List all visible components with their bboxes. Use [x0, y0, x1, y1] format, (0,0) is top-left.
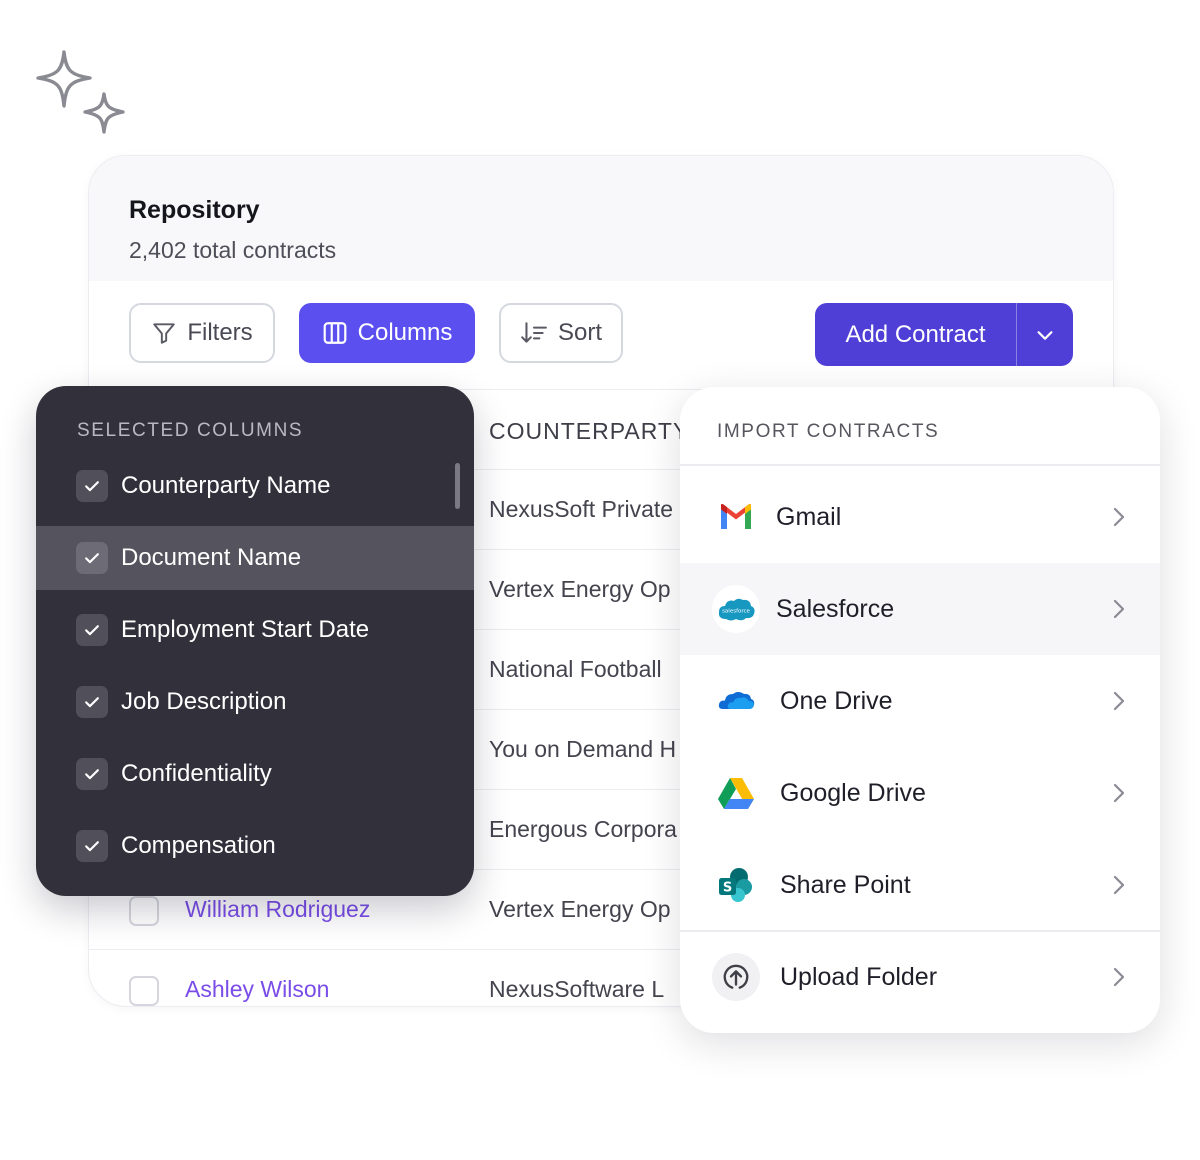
- import-option-label: Share Point: [780, 871, 911, 899]
- add-contract-split-button: Add Contract: [815, 303, 1073, 366]
- chevron-right-icon: [1113, 967, 1125, 987]
- import-divider: [680, 464, 1160, 466]
- import-option-label: Salesforce: [776, 595, 895, 623]
- sharepoint-icon: S: [719, 868, 752, 902]
- gmail-icon: [721, 503, 751, 529]
- import-sharepoint[interactable]: S Share Point: [680, 839, 1160, 931]
- chevron-right-icon: [1113, 875, 1125, 895]
- check-icon: [85, 553, 99, 564]
- import-contracts-panel: IMPORT CONTRACTS Gmail salesforce Salesf…: [680, 387, 1160, 1033]
- sort-label: Sort: [557, 319, 602, 346]
- columns-button[interactable]: Columns: [299, 303, 475, 363]
- sort-icon: [521, 322, 547, 343]
- check-icon: [85, 481, 99, 492]
- import-onedrive[interactable]: One Drive: [680, 655, 1160, 747]
- counterparty-cell: Energous Corpora: [489, 816, 677, 842]
- chevron-right-icon: [1113, 507, 1125, 527]
- counterparty-column-header[interactable]: COUNTERPARTY: [489, 418, 689, 445]
- check-icon: [85, 769, 99, 780]
- row-checkbox[interactable]: [129, 976, 159, 1006]
- import-salesforce[interactable]: salesforce Salesforce: [680, 563, 1160, 655]
- column-option-label: Employment Start Date: [121, 616, 370, 643]
- columns-icon: [323, 322, 347, 344]
- column-option-confidentiality[interactable]: Confidentiality: [36, 742, 474, 806]
- sort-button[interactable]: Sort: [499, 303, 623, 363]
- counterparty-cell: Vertex Energy Op: [489, 896, 671, 922]
- column-checkbox[interactable]: [76, 542, 108, 574]
- onedrive-icon: [718, 692, 755, 709]
- salesforce-icon-text: salesforce: [722, 609, 750, 615]
- sharepoint-icon-text: S: [723, 881, 732, 896]
- add-contract-dropdown-toggle[interactable]: [1016, 303, 1073, 366]
- counterparty-cell: You on Demand H: [489, 736, 677, 762]
- filters-label: Filters: [187, 319, 253, 346]
- column-option-label: Counterparty Name: [121, 472, 331, 499]
- check-icon: [85, 697, 99, 708]
- column-checkbox[interactable]: [76, 830, 108, 862]
- chevron-right-icon: [1113, 599, 1125, 619]
- contract-name-link[interactable]: William Rodriguez: [185, 896, 370, 923]
- column-checkbox[interactable]: [76, 686, 108, 718]
- repository-header: Repository 2,402 total contracts: [89, 156, 1113, 281]
- column-option-label: Compensation: [121, 832, 276, 859]
- filter-icon: [153, 323, 176, 344]
- chevron-down-icon: [1037, 330, 1053, 340]
- import-contracts-heading: IMPORT CONTRACTS: [717, 421, 940, 442]
- contract-name-link[interactable]: Ashley Wilson: [185, 976, 329, 1003]
- counterparty-cell: NexusSoftware L: [489, 976, 665, 1002]
- chevron-right-icon: [1113, 691, 1125, 711]
- column-checkbox[interactable]: [76, 470, 108, 502]
- page-title: Repository: [129, 196, 260, 224]
- columns-label: Columns: [357, 319, 453, 346]
- add-contract-button[interactable]: Add Contract: [815, 303, 1016, 366]
- upload-icon: [723, 964, 749, 989]
- column-option-label: Confidentiality: [121, 760, 272, 787]
- column-option-label: Document Name: [121, 544, 302, 571]
- selected-columns-heading: SELECTED COLUMNS: [77, 420, 304, 441]
- columns-scrollbar[interactable]: [455, 463, 460, 509]
- total-contracts: 2,402 total contracts: [129, 237, 337, 263]
- check-icon: [85, 841, 99, 852]
- salesforce-icon: salesforce: [718, 598, 755, 621]
- chevron-right-icon: [1113, 783, 1125, 803]
- column-option-document-name[interactable]: Document Name: [36, 526, 474, 590]
- column-option-compensation[interactable]: Compensation: [36, 814, 474, 878]
- column-checkbox[interactable]: [76, 758, 108, 790]
- import-option-label: One Drive: [780, 687, 893, 715]
- import-google-drive[interactable]: Google Drive: [680, 747, 1160, 839]
- import-upload-folder[interactable]: Upload Folder: [680, 931, 1160, 1023]
- google-drive-icon: [718, 778, 754, 809]
- import-gmail[interactable]: Gmail: [680, 471, 1160, 563]
- column-option-job-description[interactable]: Job Description: [36, 670, 474, 734]
- row-checkbox[interactable]: [129, 896, 159, 926]
- column-option-counterparty-name[interactable]: Counterparty Name: [36, 454, 474, 518]
- column-option-employment-start-date[interactable]: Employment Start Date: [36, 598, 474, 662]
- import-option-label: Upload Folder: [780, 963, 938, 991]
- column-checkbox[interactable]: [76, 614, 108, 646]
- salesforce-icon-wrap: salesforce: [712, 585, 760, 633]
- upload-icon-wrap: [712, 953, 760, 1001]
- import-option-label: Gmail: [776, 503, 842, 531]
- check-icon: [85, 625, 99, 636]
- counterparty-cell: Vertex Energy Op: [489, 576, 671, 602]
- column-option-label: Job Description: [121, 688, 287, 715]
- import-option-label: Google Drive: [780, 779, 926, 807]
- sparkles-icon: [36, 50, 125, 134]
- counterparty-cell: NexusSoft Private: [489, 496, 674, 522]
- counterparty-cell: National Football: [489, 656, 662, 682]
- filters-button[interactable]: Filters: [129, 303, 275, 363]
- selected-columns-panel: SELECTED COLUMNS Counterparty Name Docum…: [36, 386, 474, 896]
